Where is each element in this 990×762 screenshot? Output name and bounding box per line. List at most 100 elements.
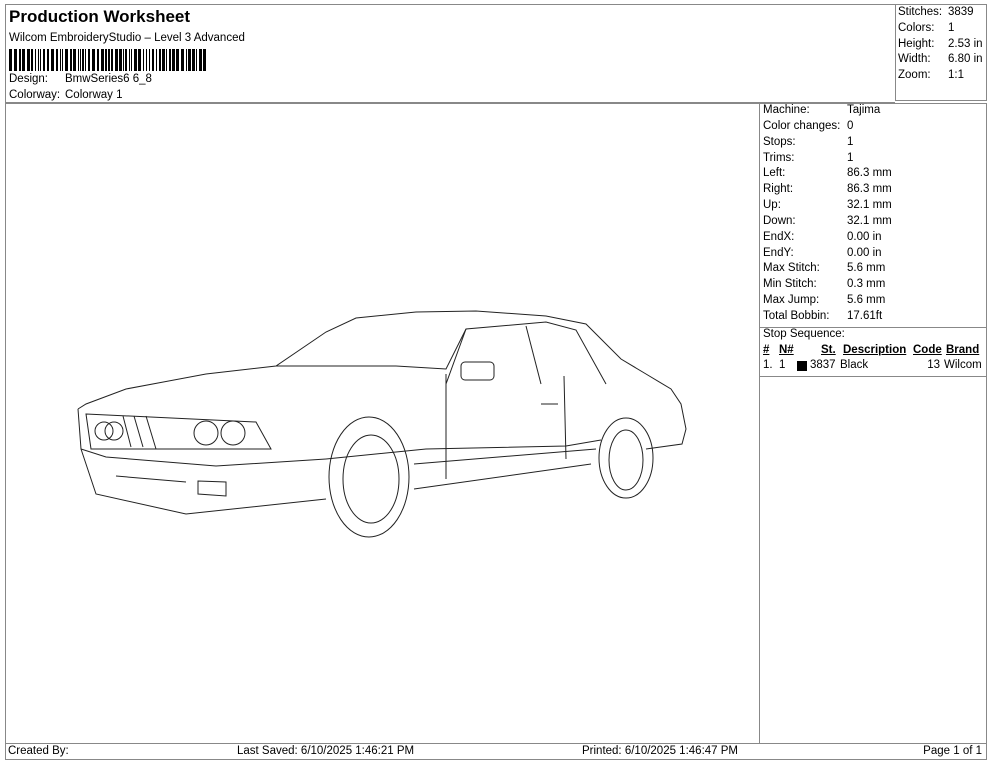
- barcode-bar: [169, 49, 171, 71]
- detail-label: Max Stitch:: [763, 262, 820, 275]
- details-list: Machine: Tajima Color changes: 0 Stops: 1 Trim…: [760, 104, 986, 326]
- detail-label: Left:: [763, 167, 786, 180]
- barcode-bar: [19, 49, 21, 71]
- detail-value: 86.3 mm: [847, 183, 892, 196]
- row-num: 1.: [763, 359, 773, 372]
- barcode-bar: [131, 49, 132, 71]
- detail-label: Color changes:: [763, 119, 841, 132]
- detail-value: 32.1 mm: [847, 199, 892, 212]
- detail-row: Stops: 1: [760, 136, 986, 152]
- footer: Created By: Last Saved: 6/10/2025 1:46:2…: [5, 743, 987, 760]
- detail-row: EndY: 0.00 in: [760, 247, 986, 263]
- barcode-bar: [172, 49, 175, 71]
- barcode-bar: [105, 49, 107, 71]
- detail-label: Max Jump:: [763, 294, 820, 307]
- detail-row: Max Stitch: 5.6 mm: [760, 262, 986, 278]
- detail-value: 0.00 in: [847, 246, 882, 259]
- detail-value: 0.00 in: [847, 230, 882, 243]
- detail-row: Trims: 1: [760, 152, 986, 168]
- barcode-bar: [101, 49, 104, 71]
- header: Production Worksheet Wilcom EmbroiderySt…: [5, 4, 895, 103]
- detail-value: 0: [847, 119, 854, 132]
- row-description: Black: [840, 359, 869, 372]
- last-saved: Last Saved: 6/10/2025 1:46:21 PM: [237, 745, 415, 757]
- col-description: Description: [843, 343, 907, 356]
- detail-label: Up:: [763, 199, 781, 212]
- barcode-bar: [119, 49, 122, 71]
- barcode-bar: [62, 49, 63, 71]
- barcode: [9, 49, 206, 71]
- detail-row: Left: 86.3 mm: [760, 167, 986, 183]
- barcode-bar: [88, 49, 90, 71]
- col-code: Code: [913, 343, 942, 356]
- stat-row: Height: 2.53 in: [898, 38, 986, 54]
- detail-value: 86.3 mm: [847, 167, 892, 180]
- barcode-bar: [78, 49, 79, 71]
- barcode-bar: [192, 49, 195, 71]
- barcode-bar: [123, 49, 124, 71]
- stat-value: 1:1: [948, 69, 964, 82]
- barcode-bar: [134, 49, 137, 71]
- stat-label: Zoom:: [898, 69, 931, 82]
- stat-value: 2.53 in: [948, 37, 983, 50]
- barcode-bar: [9, 49, 12, 71]
- page-number: Page 1 of 1: [923, 745, 982, 757]
- detail-label: Min Stitch:: [763, 278, 817, 291]
- detail-value: Tajima: [847, 104, 881, 116]
- detail-value: 17.61ft: [847, 309, 883, 322]
- detail-row: Max Jump: 5.6 mm: [760, 294, 986, 310]
- details-panel: Machine: Tajima Color changes: 0 Stops: 1 Trim…: [759, 103, 987, 744]
- barcode-bar: [115, 49, 118, 71]
- barcode-bar: [152, 49, 154, 71]
- detail-label: EndX:: [763, 230, 795, 243]
- barcode-bar: [38, 49, 39, 71]
- detail-row: Up: 32.1 mm: [760, 199, 986, 215]
- software-subtitle: Wilcom EmbroideryStudio – Level 3 Advanc…: [9, 32, 245, 44]
- stat-value: 6.80 in: [948, 53, 983, 66]
- stat-label: Stitches:: [898, 6, 943, 18]
- row-stitches: 3837: [810, 359, 836, 372]
- stop-sequence-header: # N# St. Description Code Brand: [760, 344, 986, 360]
- colorway-label: Colorway:: [9, 89, 61, 101]
- barcode-bar: [166, 49, 167, 71]
- detail-value: 0.3 mm: [847, 278, 886, 291]
- barcode-bar: [56, 49, 58, 71]
- barcode-bar: [31, 49, 33, 71]
- barcode-bar: [70, 49, 72, 71]
- barcode-bar: [146, 49, 147, 71]
- barcode-bar: [73, 49, 76, 71]
- col-num: #: [763, 343, 770, 356]
- barcode-bar: [156, 49, 157, 71]
- barcode-bar: [149, 49, 150, 71]
- barcode-bar: [186, 49, 187, 71]
- stat-label: Height:: [898, 37, 935, 50]
- row-brand: Wilcom: [944, 359, 982, 372]
- barcode-bar: [162, 49, 165, 71]
- printed-date: Printed: 6/10/2025 1:46:47 PM: [582, 745, 738, 757]
- detail-label: Right:: [763, 183, 794, 196]
- barcode-bar: [14, 49, 17, 71]
- barcode-bar: [188, 49, 191, 71]
- col-st: St.: [821, 343, 836, 356]
- detail-label: Machine:: [763, 104, 810, 116]
- created-by: Created By:: [8, 745, 69, 757]
- col-n: N#: [779, 343, 794, 356]
- stat-row: Stitches: 3839: [898, 6, 986, 22]
- barcode-bar: [85, 49, 86, 71]
- stat-row: Colors: 1: [898, 22, 986, 38]
- detail-value: 32.1 mm: [847, 214, 892, 227]
- col-brand: Brand: [946, 343, 980, 356]
- barcode-bar: [129, 49, 130, 71]
- detail-value: 5.6 mm: [847, 262, 886, 275]
- barcode-bar: [35, 49, 36, 71]
- barcode-bar: [111, 49, 113, 71]
- barcode-bar: [108, 49, 110, 71]
- barcode-bar: [196, 49, 197, 71]
- stat-value: 1: [948, 21, 955, 34]
- divider: [760, 375, 986, 377]
- detail-label: Total Bobbin:: [763, 309, 830, 322]
- stat-value: 3839: [948, 6, 974, 18]
- car-embroidery-design: [77, 310, 687, 538]
- detail-value: 1: [847, 151, 854, 164]
- detail-label: Down:: [763, 214, 796, 227]
